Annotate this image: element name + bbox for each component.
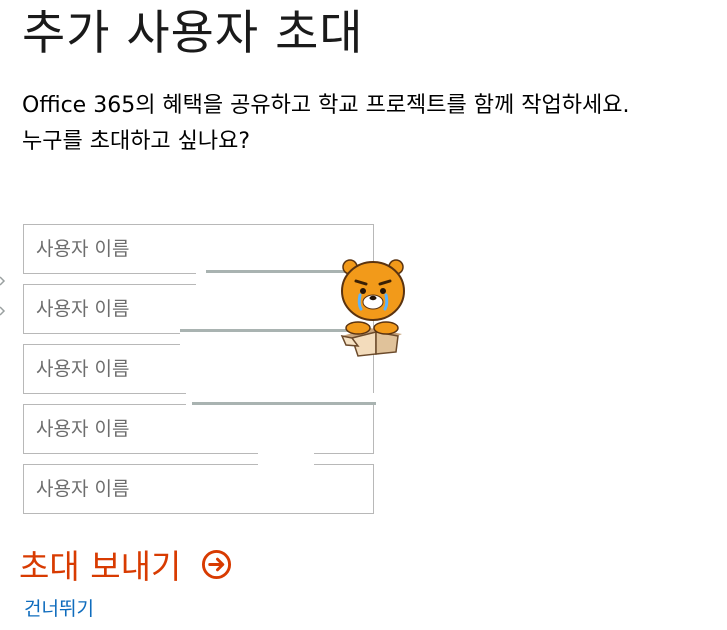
mascot-sticker-icon — [340, 259, 405, 357]
send-invite-button[interactable]: 초대 보내기 — [19, 540, 232, 588]
intro-question: 누구를 초대하고 싶나요? — [22, 129, 251, 154]
username-input-3[interactable] — [23, 344, 374, 394]
invite-fields — [23, 224, 374, 524]
render-artifact-line — [192, 402, 376, 405]
send-invite-label: 초대 보내기 — [19, 547, 182, 586]
username-input-4[interactable] — [23, 404, 374, 454]
username-input-2[interactable] — [23, 284, 374, 334]
skip-link[interactable]: 건너뛰기 — [24, 594, 94, 621]
username-input-1[interactable] — [23, 224, 374, 274]
intro-text: Office 365의 혜택을 공유하고 학교 프로젝트를 함께 작업하세요. … — [22, 88, 727, 160]
render-artifact-patch — [258, 452, 314, 465]
edge-fragment-icon — [0, 276, 6, 316]
arrow-right-circle-icon — [202, 549, 232, 579]
username-input-5[interactable] — [23, 464, 374, 514]
intro-description: Office 365의 혜택을 공유하고 학교 프로젝트를 함께 작업하세요. — [22, 93, 630, 118]
page-title: 추가 사용자 초대 — [22, 6, 364, 61]
